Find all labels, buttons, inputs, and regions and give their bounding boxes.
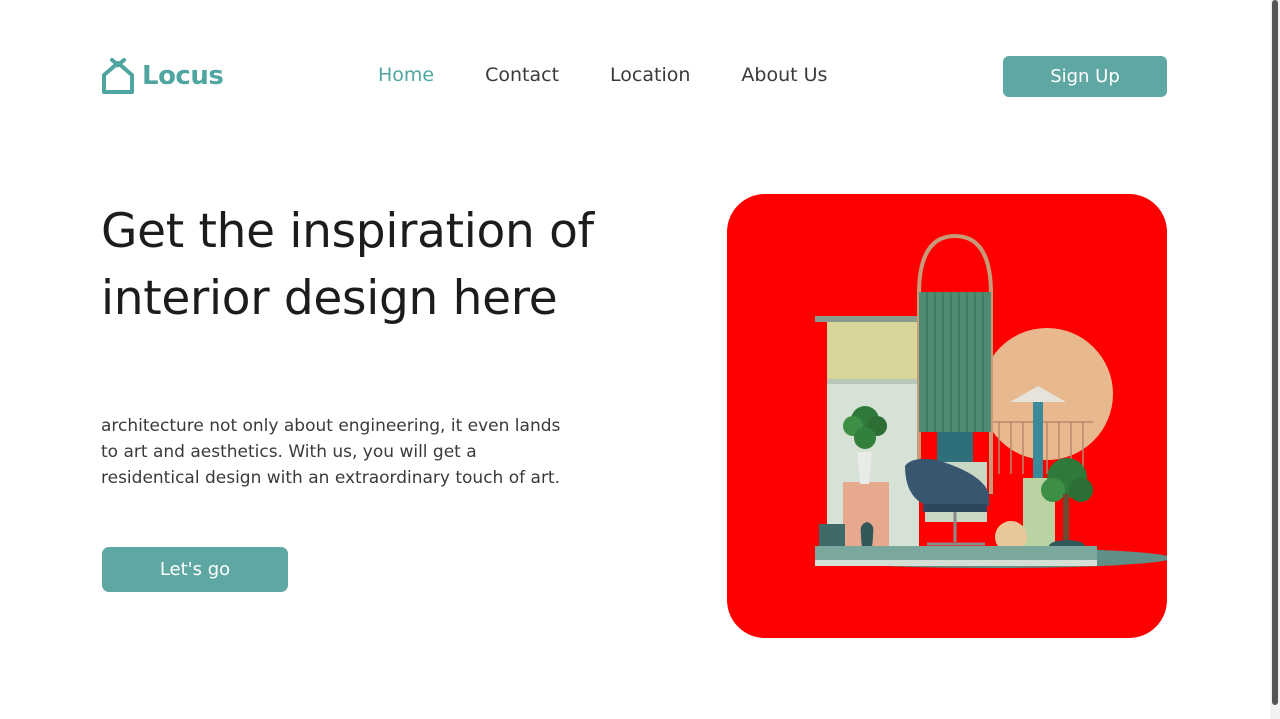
brand-name: Locus: [142, 61, 224, 91]
hero-title: Get the inspiration of interior design h…: [101, 204, 594, 326]
nav-item-home[interactable]: Home: [378, 63, 434, 87]
sign-up-button[interactable]: Sign Up: [1003, 56, 1167, 97]
brand-logo[interactable]: Locus: [101, 57, 224, 95]
interior-illustration: [815, 233, 1167, 568]
lets-go-button[interactable]: Let's go: [102, 547, 288, 592]
main-nav: Home Contact Location About Us: [378, 63, 878, 87]
scrollbar-thumb[interactable]: [1272, 0, 1278, 705]
hero-image: [727, 194, 1167, 638]
nav-item-location[interactable]: Location: [610, 63, 690, 87]
nav-item-contact[interactable]: Contact: [485, 63, 559, 87]
hero-description: architecture not only about engineering,…: [101, 416, 561, 488]
nav-item-about-us[interactable]: About Us: [741, 63, 827, 87]
scrollbar-track[interactable]: [1270, 0, 1280, 719]
house-icon: [102, 58, 134, 94]
